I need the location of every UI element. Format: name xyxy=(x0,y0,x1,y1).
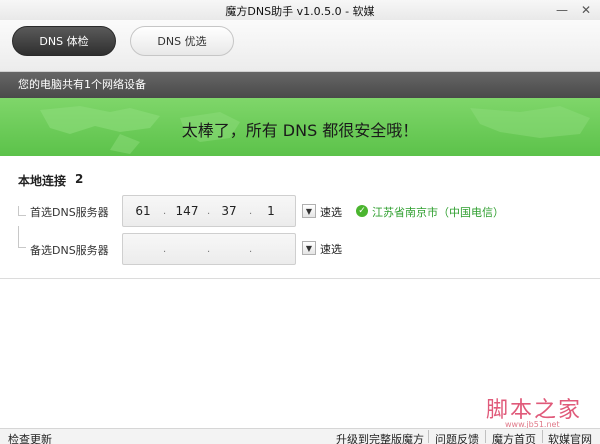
ip-octet-1[interactable]: 61 xyxy=(129,204,157,218)
section-divider xyxy=(0,278,600,279)
result-banner: 太棒了，所有 DNS 都很安全哦！ xyxy=(0,98,600,156)
ip-dot: . xyxy=(207,206,211,217)
primary-speed-select[interactable]: 速选 xyxy=(320,204,342,220)
status-separator xyxy=(428,430,429,443)
close-icon: ✕ xyxy=(580,3,592,17)
secondary-speed-select[interactable]: 速选 xyxy=(320,241,342,257)
primary-dns-location: 江苏省南京市（中国电信） xyxy=(372,206,504,219)
chevron-down-icon: ▼ xyxy=(305,206,313,216)
secondary-dropdown-button[interactable]: ▼ xyxy=(302,241,316,255)
secondary-dns-label: 备选DNS服务器 xyxy=(30,244,109,257)
ip-octet-3[interactable]: 37 xyxy=(215,204,243,218)
bracket-primary xyxy=(18,206,26,216)
ip-dot: . xyxy=(163,244,167,255)
mofang-home-link[interactable]: 魔方首页 xyxy=(492,431,536,444)
check-icon: ✓ xyxy=(356,205,368,217)
close-button[interactable]: ✕ xyxy=(576,0,596,20)
ruanmei-home-link[interactable]: 软媒官网 xyxy=(548,431,592,444)
upgrade-link[interactable]: 升级到完整版魔方 xyxy=(336,431,424,444)
primary-dns-input[interactable]: 61 . 147 . 37 . 1 xyxy=(122,195,296,227)
secondary-dns-input[interactable]: . . . xyxy=(122,233,296,265)
toolbar: DNS 体检 DNS 优选 xyxy=(0,20,600,72)
ip-dot: . xyxy=(207,244,211,255)
minimize-icon: — xyxy=(556,3,568,17)
connection-count: 2 xyxy=(75,172,84,186)
window-title: 魔方DNS助手 v1.0.5.0 - 软媒 xyxy=(225,5,375,18)
feedback-link[interactable]: 问题反馈 xyxy=(435,431,479,444)
chevron-down-icon: ▼ xyxy=(305,243,313,253)
bracket-secondary xyxy=(18,226,26,248)
ip-octet-4[interactable]: 1 xyxy=(257,204,285,218)
primary-dropdown-button[interactable]: ▼ xyxy=(302,204,316,218)
title-bar: 魔方DNS助手 v1.0.5.0 - 软媒 — ✕ xyxy=(0,0,600,20)
ip-octet-2[interactable]: 147 xyxy=(173,204,201,218)
ip-dot: . xyxy=(249,206,253,217)
primary-dns-label: 首选DNS服务器 xyxy=(30,206,109,219)
status-separator xyxy=(485,430,486,443)
status-bar: 检查更新 升级到完整版魔方 问题反馈 魔方首页 软媒官网 xyxy=(0,428,600,444)
connection-name: 本地连接 xyxy=(18,174,67,188)
network-info-bar: 您的电脑共有1个网络设备 xyxy=(0,72,600,98)
ip-dot: . xyxy=(249,244,253,255)
minimize-button[interactable]: — xyxy=(552,0,572,20)
check-update-link[interactable]: 检查更新 xyxy=(8,431,52,444)
tab-dns-optimize[interactable]: DNS 优选 xyxy=(130,26,234,56)
tab-dns-check[interactable]: DNS 体检 xyxy=(12,26,116,56)
banner-message: 太棒了，所有 DNS 都很安全哦！ xyxy=(181,121,419,140)
status-separator xyxy=(542,430,543,443)
ip-dot: . xyxy=(163,206,167,217)
